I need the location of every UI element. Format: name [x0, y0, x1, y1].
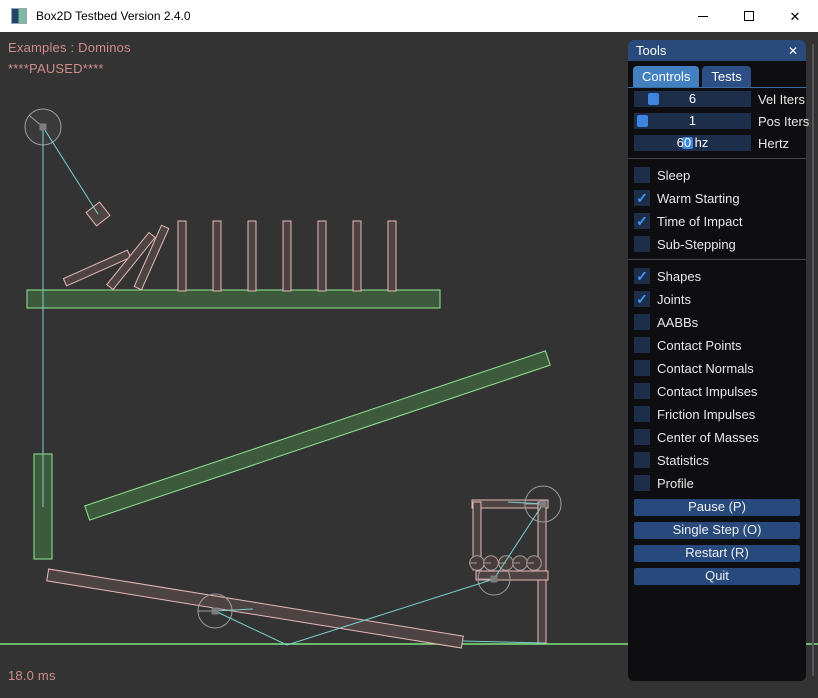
close-button[interactable]: ✕ [772, 0, 818, 32]
shapes-checkbox[interactable]: ✓ [634, 268, 650, 284]
app-window: Box2D Testbed Version 2.4.0 ✕ [0, 0, 818, 698]
pos-iters-slider-row: 1 Pos Iters [634, 113, 800, 129]
friction-impulses-label: Friction Impulses [657, 407, 755, 422]
minimize-icon [698, 16, 708, 17]
tab-tests[interactable]: Tests [702, 66, 750, 87]
checkbox-row-joints[interactable]: ✓ Joints [634, 291, 800, 307]
domino-standing[interactable] [283, 221, 291, 291]
checkbox-row-contact-normals[interactable]: ✓ Contact Normals [634, 360, 800, 376]
checkbox-row-friction-impulses[interactable]: ✓ Friction Impulses [634, 406, 800, 422]
separator [628, 259, 806, 260]
statistics-checkbox[interactable]: ✓ [634, 452, 650, 468]
aabbs-label: AABBs [657, 315, 698, 330]
time-of-impact-label: Time of Impact [657, 214, 742, 229]
center-of-masses-label: Center of Masses [657, 430, 759, 445]
sleep-label: Sleep [657, 168, 690, 183]
checkbox-row-shapes[interactable]: ✓ Shapes [634, 268, 800, 284]
sleep-checkbox[interactable]: ✓ [634, 167, 650, 183]
maximize-button[interactable] [726, 0, 772, 32]
tools-panel-scrollbar[interactable] [812, 44, 814, 676]
checkbox-row-sleep[interactable]: ✓ Sleep [634, 167, 800, 183]
vel-iters-value: 6 [634, 91, 751, 107]
center-of-masses-checkbox[interactable]: ✓ [634, 429, 650, 445]
domino-standing[interactable] [248, 221, 256, 291]
checkbox-row-statistics[interactable]: ✓ Statistics [634, 452, 800, 468]
pause-button[interactable]: Pause (P) [634, 499, 800, 516]
warm-starting-checkbox[interactable]: ✓ [634, 190, 650, 206]
domino-standing[interactable] [178, 221, 186, 291]
contact-normals-checkbox[interactable]: ✓ [634, 360, 650, 376]
contact-normals-label: Contact Normals [657, 361, 754, 376]
domino-standing[interactable] [388, 221, 396, 291]
maximize-icon [744, 11, 754, 21]
tools-panel-close-icon[interactable]: ✕ [788, 44, 798, 58]
check-icon: ✓ [636, 292, 648, 306]
frame-time-label: 18.0 ms [8, 668, 56, 683]
minimize-button[interactable] [680, 0, 726, 32]
checkbox-row-contact-impulses[interactable]: ✓ Contact Impulses [634, 383, 800, 399]
check-icon: ✓ [636, 269, 648, 283]
domino-standing[interactable] [318, 221, 326, 291]
warm-starting-label: Warm Starting [657, 191, 740, 206]
aabbs-checkbox[interactable]: ✓ [634, 314, 650, 330]
titlebar: Box2D Testbed Version 2.4.0 ✕ [0, 0, 818, 32]
vel-iters-slider[interactable]: 6 [634, 91, 751, 107]
green-ramp [85, 351, 550, 520]
close-icon: ✕ [790, 10, 801, 23]
tools-panel-title: Tools [636, 43, 666, 58]
joints-label: Joints [657, 292, 691, 307]
joints-checkbox[interactable]: ✓ [634, 291, 650, 307]
checkbox-row-center-of-masses[interactable]: ✓ Center of Masses [634, 429, 800, 445]
contact-points-checkbox[interactable]: ✓ [634, 337, 650, 353]
vel-iters-label: Vel Iters [758, 92, 805, 107]
check-icon: ✓ [636, 214, 648, 228]
contact-impulses-label: Contact Impulses [657, 384, 757, 399]
body-center-markers [40, 124, 547, 615]
checkbox-row-warm-starting[interactable]: ✓ Warm Starting [634, 190, 800, 206]
profile-checkbox[interactable]: ✓ [634, 475, 650, 491]
checkbox-row-aabbs[interactable]: ✓ AABBs [634, 314, 800, 330]
tools-panel: Tools ✕ Controls Tests 6 Vel Iters [628, 40, 806, 681]
domino-standing[interactable] [353, 221, 361, 291]
shapes-label: Shapes [657, 269, 701, 284]
example-name-label: Examples : Dominos [8, 40, 131, 55]
simulation-viewport[interactable]: Examples : Dominos ****PAUSED**** 18.0 m… [0, 32, 818, 698]
paused-label: ****PAUSED**** [8, 61, 104, 76]
tab-controls[interactable]: Controls [633, 66, 699, 87]
contact-impulses-checkbox[interactable]: ✓ [634, 383, 650, 399]
statistics-label: Statistics [657, 453, 709, 468]
check-icon: ✓ [636, 191, 648, 205]
restart-button[interactable]: Restart (R) [634, 545, 800, 562]
hertz-slider-row: 60 hz Hertz [634, 135, 800, 151]
vel-iters-slider-row: 6 Vel Iters [634, 91, 800, 107]
dominos-platform [27, 290, 440, 308]
separator [628, 158, 806, 159]
single-step-button[interactable]: Single Step (O) [634, 522, 800, 539]
checkbox-row-contact-points[interactable]: ✓ Contact Points [634, 337, 800, 353]
hertz-label: Hertz [758, 136, 789, 151]
contact-points-label: Contact Points [657, 338, 742, 353]
window-title: Box2D Testbed Version 2.4.0 [36, 9, 191, 23]
app-icon [11, 8, 27, 24]
pos-iters-value: 1 [634, 113, 751, 129]
hertz-value: 60 hz [634, 135, 751, 151]
hertz-slider[interactable]: 60 hz [634, 135, 751, 151]
checkbox-row-profile[interactable]: ✓ Profile [634, 475, 800, 491]
sub-stepping-label: Sub-Stepping [657, 237, 736, 252]
tabbar: Controls Tests [628, 61, 806, 88]
pos-iters-slider[interactable]: 1 [634, 113, 751, 129]
pos-iters-label: Pos Iters [758, 114, 809, 129]
quit-button[interactable]: Quit [634, 568, 800, 585]
shelf-balls[interactable] [470, 556, 542, 571]
sub-stepping-checkbox[interactable]: ✓ [634, 236, 650, 252]
profile-label: Profile [657, 476, 694, 491]
time-of-impact-checkbox[interactable]: ✓ [634, 213, 650, 229]
friction-impulses-checkbox[interactable]: ✓ [634, 406, 650, 422]
checkbox-row-sub-stepping[interactable]: ✓ Sub-Stepping [634, 236, 800, 252]
tools-panel-header[interactable]: Tools ✕ [628, 40, 806, 61]
checkbox-row-time-of-impact[interactable]: ✓ Time of Impact [634, 213, 800, 229]
domino-standing[interactable] [213, 221, 221, 291]
